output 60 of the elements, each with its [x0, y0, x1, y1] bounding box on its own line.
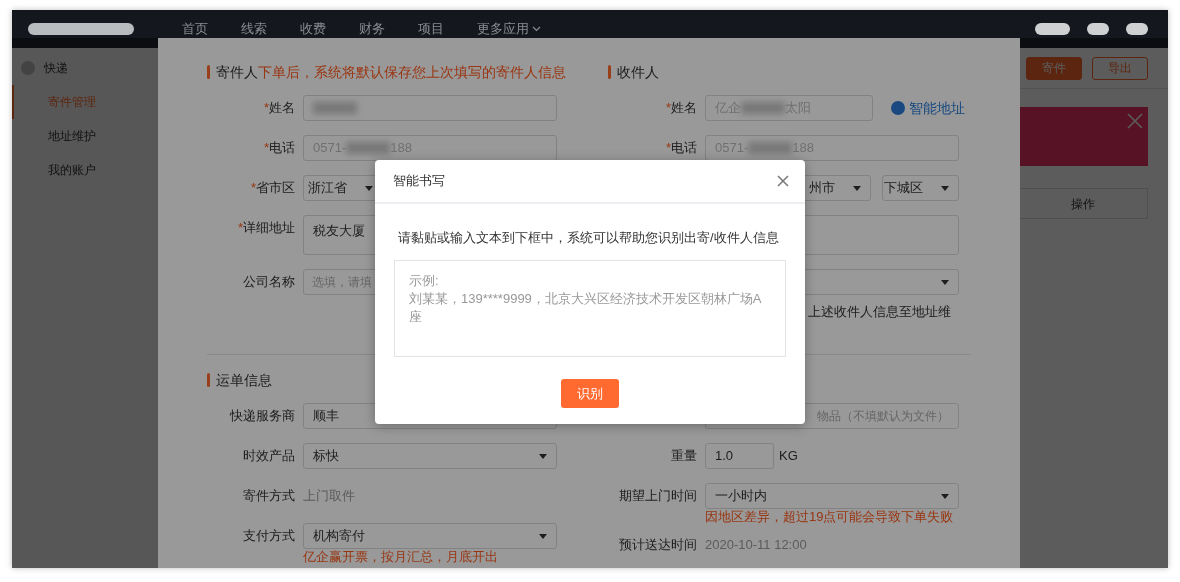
- placeholder-pill: [1126, 23, 1148, 35]
- field-label: *详细地址: [237, 220, 295, 235]
- field-label: *姓名: [665, 100, 697, 115]
- section-title: 寄件人: [216, 62, 258, 82]
- recognize-button[interactable]: 识别: [561, 379, 619, 408]
- field-label: 支付方式: [243, 528, 295, 543]
- field-label: *省市区: [250, 180, 295, 195]
- nav-link[interactable]: 财务: [359, 19, 418, 39]
- placeholder-pill: [1035, 23, 1070, 35]
- field-label: 重量: [671, 448, 697, 463]
- select-value: 州市: [809, 179, 835, 198]
- select-field[interactable]: 标快: [303, 443, 557, 469]
- field-label: 预计送达时间: [619, 537, 697, 552]
- nav-link[interactable]: 首页: [182, 19, 241, 39]
- accent-bar: [608, 65, 611, 79]
- dialog-title: 智能书写: [393, 172, 445, 191]
- warning-note: 亿企赢开票，按月汇总，月底开出: [303, 549, 499, 565]
- checkbox-label: 上述收件人信息至地址维: [808, 303, 952, 321]
- instruction-text: 请黏贴或输入文本到下框中，系统可以帮助您识别出寄/收件人信息: [397, 229, 780, 247]
- chevron-down-icon: [532, 26, 541, 32]
- input-value: 税友大厦: [313, 222, 365, 240]
- smart-address-link[interactable]: 智能地址: [891, 95, 965, 121]
- select-value: 机构寄付: [313, 527, 365, 546]
- accent-bar: [207, 373, 210, 387]
- field-label: 快递服务商: [230, 408, 295, 423]
- select-field[interactable]: 下城区: [882, 175, 959, 201]
- dot-icon: [891, 101, 905, 115]
- field-label: 期望上门时间: [619, 488, 697, 503]
- close-icon[interactable]: [777, 175, 789, 187]
- field-label: *电话: [263, 140, 295, 155]
- section-title: 收件人: [617, 62, 659, 82]
- column-header: 操作: [1070, 195, 1096, 213]
- nav-link[interactable]: 线索: [241, 19, 300, 39]
- select-value: 标快: [313, 447, 339, 466]
- field-label: *姓名: [263, 100, 295, 115]
- field-label: 寄件方式: [243, 488, 295, 503]
- field-label: *电话: [665, 140, 697, 155]
- accent-bar: [207, 65, 210, 79]
- select-value: 顺丰: [313, 407, 339, 426]
- section-title: 运单信息: [216, 370, 272, 390]
- select-value: 浙江省: [308, 179, 347, 198]
- input-field[interactable]: 1.0: [705, 443, 774, 469]
- input-value: 1.0: [715, 447, 734, 466]
- placeholder-pill: [1087, 23, 1109, 35]
- static-value: 2020-10-11 12:00: [705, 536, 808, 554]
- nav-link[interactable]: 项目: [418, 19, 477, 39]
- unit-label: KG: [779, 447, 798, 466]
- select-value: 一小时内: [715, 487, 767, 506]
- input-field[interactable]: [303, 95, 557, 121]
- select-field[interactable]: 一小时内: [705, 483, 959, 509]
- nav-link[interactable]: 收费: [300, 19, 359, 39]
- field-label: 时效产品: [243, 448, 295, 463]
- section-note: 下单后，系统将默认保存您上次填写的寄件人信息: [258, 62, 566, 82]
- nav-link[interactable]: 更多应用: [477, 19, 541, 39]
- warning-note: 因地区差异，超过19点可能会导致下单失败: [705, 509, 955, 525]
- text-input-area[interactable]: 示例: 刘某某，139****9999，北京大兴区经济技术开发区朝林广场A座: [394, 260, 786, 357]
- select-value: 下城区: [884, 179, 923, 198]
- sidebar-heading: 快递: [44, 60, 68, 77]
- field-label: 公司名称: [243, 274, 295, 289]
- select-field[interactable]: 机构寄付: [303, 523, 557, 549]
